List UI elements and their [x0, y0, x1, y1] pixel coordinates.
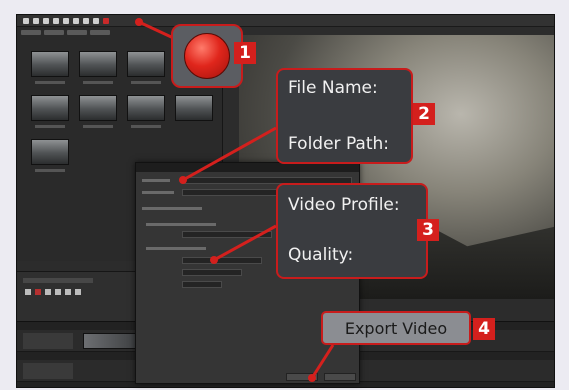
undo-icon[interactable]	[53, 17, 59, 24]
track-header[interactable]	[23, 363, 73, 379]
quality-callout-label: Quality:	[288, 245, 354, 265]
panel-tabs	[23, 278, 93, 283]
thumbnail-caption	[131, 125, 161, 128]
tab-emojis[interactable]	[90, 30, 110, 35]
callout-badge-3: 3	[417, 219, 439, 241]
media-thumbnail[interactable]	[127, 95, 165, 121]
record-button[interactable]	[171, 24, 243, 88]
fullscreen-icon[interactable]	[93, 17, 99, 24]
export-dialog-titlebar	[136, 163, 359, 172]
callout-video-settings: Video Profile: Quality:	[276, 183, 428, 279]
callout-badge-4: 4	[473, 318, 495, 340]
quality-section-label	[146, 247, 206, 250]
timeline-tools	[25, 289, 129, 295]
save-project-icon[interactable]	[43, 17, 49, 24]
video-profile-callout-label: Video Profile:	[288, 195, 400, 215]
thumbnail-caption	[35, 169, 65, 172]
video-profile-select[interactable]	[182, 269, 242, 276]
folder-path-label	[142, 191, 174, 194]
redo-icon[interactable]	[63, 17, 69, 24]
callout-file-settings: File Name: Folder Path:	[276, 68, 413, 164]
new-project-icon[interactable]	[23, 17, 29, 24]
file-name-callout-label: File Name:	[288, 78, 378, 98]
file-name-label	[142, 179, 170, 182]
media-thumbnail[interactable]	[31, 95, 69, 121]
import-files-icon[interactable]	[73, 17, 79, 24]
thumbnail-caption	[131, 81, 161, 84]
previous-marker-icon[interactable]	[65, 289, 71, 295]
media-thumbnail[interactable]	[127, 51, 165, 77]
media-thumbnail[interactable]	[31, 51, 69, 77]
dialog-export-button[interactable]	[286, 373, 318, 381]
timeline-clip[interactable]	[83, 333, 137, 349]
main-toolbar	[17, 15, 554, 27]
razor-icon[interactable]	[45, 289, 51, 295]
thumbnail-caption	[83, 81, 113, 84]
media-thumbnail[interactable]	[175, 95, 213, 121]
snap-icon[interactable]	[35, 289, 41, 295]
thumbnail-caption	[83, 125, 113, 128]
media-thumbnail[interactable]	[31, 139, 69, 165]
target-select[interactable]	[182, 257, 262, 264]
profile-section-label	[146, 223, 216, 226]
marker-icon[interactable]	[55, 289, 61, 295]
callout-badge-1: 1	[234, 42, 256, 64]
callout-badge-2: 2	[413, 103, 435, 125]
export-video-button[interactable]: Export Video	[321, 311, 471, 345]
media-thumbnail[interactable]	[79, 51, 117, 77]
thumbnail-caption	[35, 81, 65, 84]
add-track-icon[interactable]	[25, 289, 31, 295]
annotated-screenshot: 1 File Name: Folder Path: 2 Video Profil…	[0, 0, 569, 390]
profile-icon[interactable]	[83, 17, 89, 24]
quality-select[interactable]	[182, 281, 222, 288]
export-record-icon[interactable]	[103, 17, 109, 24]
tab-transitions[interactable]	[44, 30, 64, 35]
record-icon	[184, 33, 230, 79]
open-project-icon[interactable]	[33, 17, 39, 24]
next-marker-icon[interactable]	[75, 289, 81, 295]
media-thumbnail[interactable]	[79, 95, 117, 121]
dialog-cancel-button[interactable]	[324, 373, 356, 381]
track-header[interactable]	[23, 333, 73, 349]
tab-effects[interactable]	[67, 30, 87, 35]
export-tabs	[142, 207, 202, 210]
thumbnail-caption	[35, 125, 65, 128]
profile-select[interactable]	[182, 231, 272, 238]
tab-project-files[interactable]	[21, 30, 41, 35]
properties-panel	[17, 271, 137, 321]
folder-path-callout-label: Folder Path:	[288, 134, 390, 154]
